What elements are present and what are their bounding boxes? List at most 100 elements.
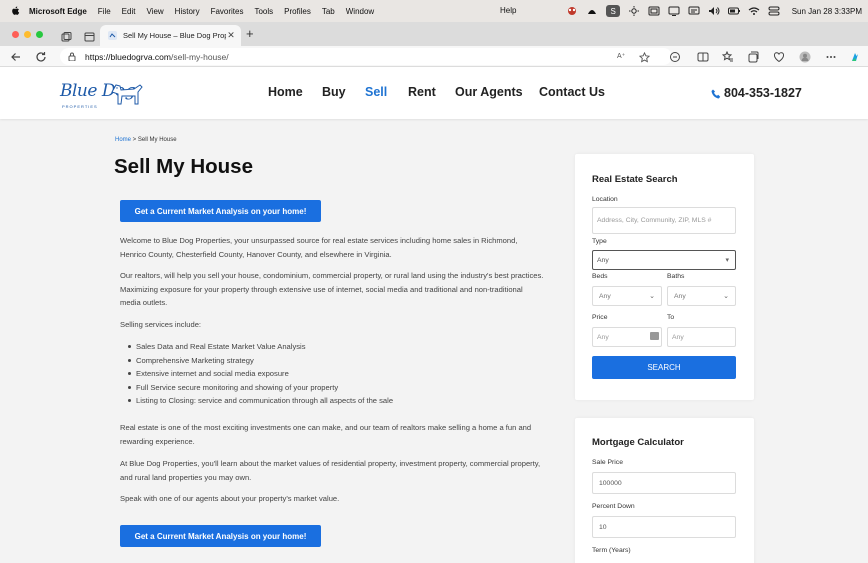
- minimize-window-button[interactable]: [24, 31, 31, 38]
- search-button[interactable]: SEARCH: [592, 356, 736, 379]
- workspaces-icon[interactable]: [61, 29, 72, 42]
- hat-icon[interactable]: [586, 6, 598, 16]
- baths-select[interactable]: Any ⌄: [667, 286, 736, 306]
- menu-history[interactable]: History: [175, 7, 200, 16]
- market-values-paragraph: At Blue Dog Properties, you'll learn abo…: [120, 459, 541, 482]
- menu-favorites[interactable]: Favorites: [211, 7, 244, 16]
- brightness-icon[interactable]: [628, 6, 640, 16]
- lock-icon[interactable]: [68, 52, 76, 62]
- close-tab-icon[interactable]: ✕: [226, 30, 236, 41]
- breadcrumb-separator: >: [131, 137, 138, 143]
- read-aloud-icon[interactable]: A⁺: [617, 52, 625, 60]
- game-icon[interactable]: [566, 6, 578, 16]
- copilot-icon[interactable]: [849, 50, 861, 62]
- zoom-window-button[interactable]: [36, 31, 43, 38]
- price-label: Price: [592, 314, 608, 321]
- favorites-bar-icon[interactable]: [721, 50, 734, 62]
- refresh-icon[interactable]: [35, 50, 47, 62]
- skype-icon[interactable]: S: [605, 5, 620, 17]
- menu-file[interactable]: File: [98, 7, 111, 16]
- list-item: Sales Data and Real Estate Market Value …: [128, 340, 393, 354]
- market-analysis-button-top[interactable]: Get a Current Market Analysis on your ho…: [120, 200, 321, 222]
- chevron-down-icon: ⌄: [649, 293, 655, 300]
- browser-essentials-icon[interactable]: [773, 50, 785, 63]
- new-tab-button[interactable]: +: [246, 26, 254, 41]
- nav-our-agents[interactable]: Our Agents: [455, 85, 523, 99]
- sale-price-value: 100000: [599, 479, 622, 487]
- percent-down-input[interactable]: 10: [592, 516, 736, 538]
- speak-agent-paragraph: Speak with one of our agents about your …: [120, 494, 340, 503]
- phone-link[interactable]: 804-353-1827: [711, 86, 802, 100]
- menu-tab[interactable]: Tab: [322, 7, 335, 16]
- menu-edit[interactable]: Edit: [122, 7, 136, 16]
- back-icon[interactable]: [10, 50, 22, 62]
- price-max-input[interactable]: Any: [667, 327, 736, 347]
- message-icon[interactable]: [688, 6, 700, 16]
- services-heading: Selling services include:: [120, 320, 202, 329]
- type-select[interactable]: Any ▾: [592, 250, 736, 270]
- chevron-down-icon: ⌄: [723, 293, 729, 300]
- menubar: Microsoft Edge File Edit View History Fa…: [0, 0, 868, 22]
- tab-active[interactable]: Sell My House – Blue Dog Prop ✕: [100, 25, 241, 46]
- favorite-star-icon[interactable]: [638, 50, 651, 63]
- collections-icon[interactable]: [747, 50, 759, 63]
- menu-help[interactable]: Help: [500, 6, 516, 15]
- nav-home[interactable]: Home: [268, 85, 303, 99]
- phone-number: 804-353-1827: [724, 86, 802, 100]
- breadcrumb-current: Sell My House: [137, 137, 177, 143]
- term-years-label: Term (Years): [592, 547, 631, 554]
- nav-sell[interactable]: Sell: [365, 85, 387, 99]
- tab-title: Sell My House – Blue Dog Prop: [123, 31, 226, 40]
- menu-window[interactable]: Window: [346, 7, 374, 16]
- display-icon[interactable]: [668, 6, 680, 16]
- site-logo[interactable]: Blue Dog PROPERTIES: [60, 77, 144, 111]
- nav-rent[interactable]: Rent: [408, 85, 436, 99]
- window-icon[interactable]: [648, 6, 660, 16]
- location-input[interactable]: Address, City, Community, ZIP, MLS #: [592, 207, 736, 234]
- market-analysis-button-bottom[interactable]: Get a Current Market Analysis on your ho…: [120, 525, 321, 547]
- sale-price-input[interactable]: 100000: [592, 472, 736, 494]
- apple-icon[interactable]: [10, 6, 20, 17]
- price-max-placeholder: Any: [672, 333, 684, 341]
- control-center-icon[interactable]: [768, 6, 780, 16]
- page-title: Sell My House: [114, 155, 253, 178]
- svg-text:S: S: [610, 7, 615, 16]
- breadcrumb-home-link[interactable]: Home: [115, 137, 131, 143]
- tab-actions-icon[interactable]: [84, 29, 95, 42]
- location-label: Location: [592, 196, 618, 203]
- extension-icon[interactable]: [669, 50, 681, 62]
- caret-down-icon: ▾: [725, 257, 729, 264]
- close-window-button[interactable]: [12, 31, 19, 38]
- url-field[interactable]: https://bluedogrva.com/sell-my-house/: [60, 48, 672, 65]
- menu-profiles[interactable]: Profiles: [284, 7, 311, 16]
- menu-tools[interactable]: Tools: [254, 7, 273, 16]
- profile-avatar-icon[interactable]: [799, 50, 811, 63]
- to-label: To: [667, 314, 675, 321]
- menu-app-name[interactable]: Microsoft Edge: [29, 7, 87, 16]
- tab-bar: Sell My House – Blue Dog Prop ✕ +: [0, 22, 868, 46]
- battery-icon[interactable]: [727, 6, 740, 16]
- menubar-clock[interactable]: Sun Jan 28 3:33PM: [792, 7, 862, 16]
- location-placeholder: Address, City, Community, ZIP, MLS #: [597, 217, 712, 224]
- nav-contact-us[interactable]: Contact Us: [539, 85, 605, 99]
- mortgage-card-title: Mortgage Calculator: [592, 437, 684, 448]
- wifi-icon[interactable]: [748, 6, 760, 16]
- menu-view[interactable]: View: [146, 7, 163, 16]
- more-options-icon[interactable]: [825, 50, 837, 62]
- list-item: Listing to Closing: service and communic…: [128, 394, 393, 408]
- list-item: Full Service secure monitoring and showi…: [128, 381, 393, 395]
- volume-icon[interactable]: [708, 6, 720, 16]
- beds-label: Beds: [592, 273, 608, 280]
- phone-icon: [711, 88, 721, 99]
- list-item: Extensive internet and social media expo…: [128, 367, 393, 381]
- sale-price-label: Sale Price: [592, 459, 623, 466]
- services-list: Sales Data and Real Estate Market Value …: [128, 340, 393, 408]
- url-path: /sell-my-house/: [171, 51, 229, 62]
- baths-label: Baths: [667, 273, 685, 280]
- beds-select[interactable]: Any ⌄: [592, 286, 662, 306]
- address-bar-row: https://bluedogrva.com/sell-my-house/ A⁺: [0, 46, 868, 67]
- split-screen-icon[interactable]: [697, 50, 709, 62]
- type-label: Type: [592, 238, 607, 245]
- nav-buy[interactable]: Buy: [322, 85, 346, 99]
- search-card-title: Real Estate Search: [592, 174, 678, 185]
